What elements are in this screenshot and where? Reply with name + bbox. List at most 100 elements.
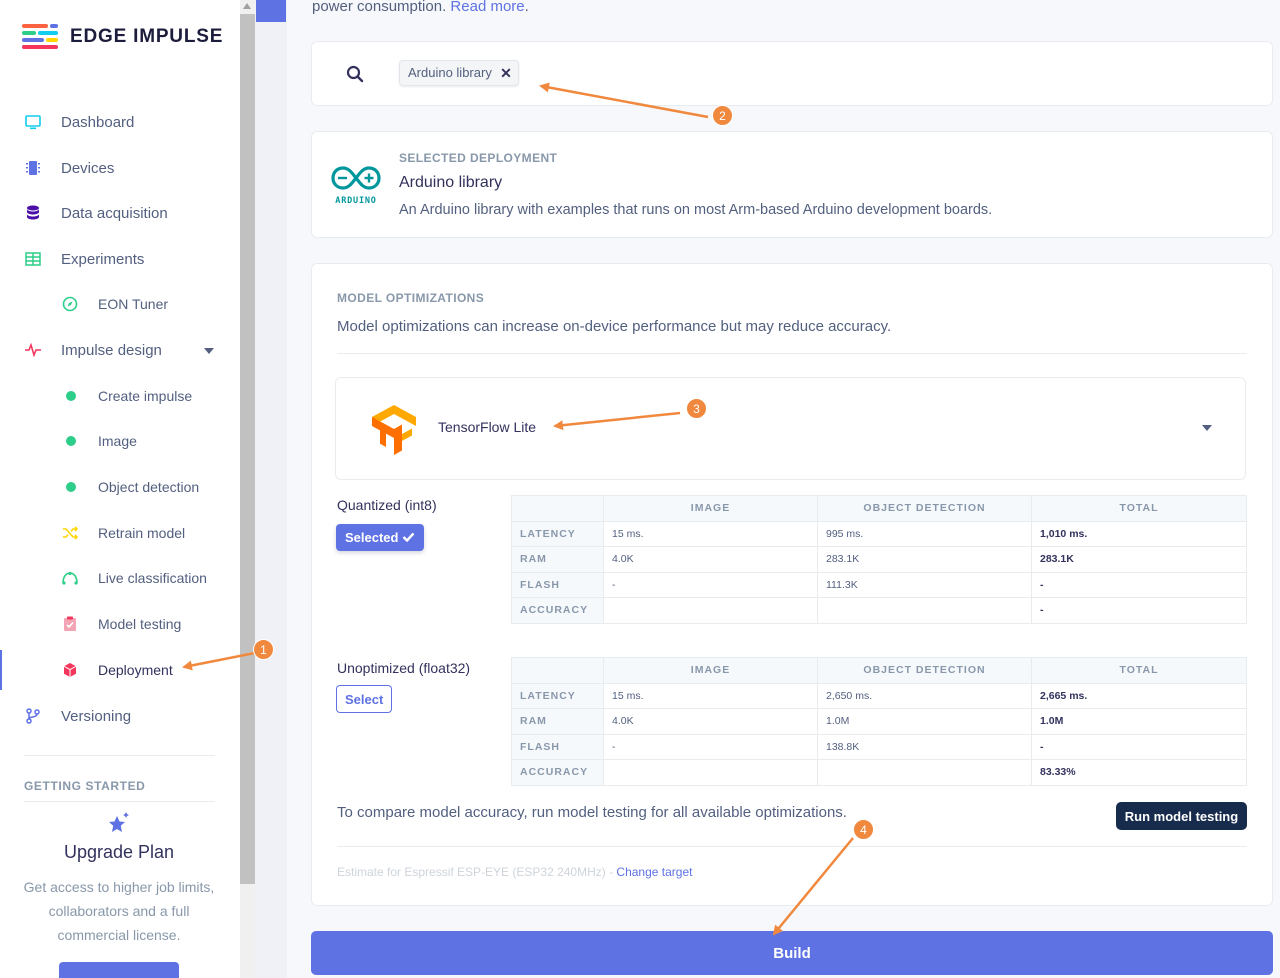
tensorflow-logo-icon	[370, 403, 420, 462]
table-cell-total: 1.0M	[1031, 708, 1247, 735]
sidebar-item-label: Object detection	[98, 479, 200, 495]
table-row: ACCURACY -	[511, 597, 1247, 624]
row-label: ACCURACY	[511, 597, 604, 624]
live-icon	[61, 569, 79, 587]
secondary-nav-active[interactable]	[256, 0, 286, 22]
dot-icon	[62, 432, 80, 450]
monitor-icon	[24, 113, 42, 131]
table-cell-total: 2,665 ms.	[1031, 682, 1247, 709]
sidebar-item-label: Deployment	[98, 662, 173, 678]
sidebar-item-object-detection[interactable]: Object detection	[0, 467, 240, 507]
table-cell: 138.8K	[817, 733, 1032, 760]
annotation-badge: 3	[686, 398, 707, 419]
arduino-infinity-icon	[331, 166, 381, 190]
row-label: RAM	[511, 546, 604, 573]
check-icon	[402, 530, 415, 545]
table-cell-total: -	[1031, 571, 1247, 598]
engine-label: TensorFlow Lite	[438, 419, 537, 435]
secondary-nav-strip	[255, 0, 287, 978]
table-header: IMAGE	[603, 495, 818, 522]
upgrade-plan-text: Get access to higher job limits, collabo…	[23, 879, 215, 943]
intro-text-body: power consumption.	[312, 0, 447, 15]
table-cell: 2,650 ms.	[817, 682, 1032, 709]
divider	[337, 846, 1247, 847]
chevron-down-icon[interactable]	[204, 348, 214, 354]
table-cell: 995 ms.	[817, 520, 1032, 547]
table-cell: -	[603, 571, 818, 598]
search-chip[interactable]: Arduino library ✕	[399, 60, 519, 86]
sidebar-item-eon-tuner[interactable]: EON Tuner	[0, 284, 240, 324]
pulse-icon	[24, 341, 42, 359]
compass-icon	[61, 295, 79, 313]
chip-icon	[24, 159, 42, 177]
sidebar-item-impulse-design[interactable]: Impulse design	[0, 330, 240, 370]
row-label: ACCURACY	[511, 759, 604, 786]
sidebar-item-image[interactable]: Image	[0, 421, 240, 461]
row-label: FLASH	[511, 733, 604, 760]
database-icon	[24, 204, 42, 222]
sidebar-item-create-impulse[interactable]: Create impulse	[0, 376, 240, 416]
selected-deployment-label: SELECTED DEPLOYMENT	[399, 151, 558, 165]
sidebar-item-label: Retrain model	[98, 525, 186, 541]
compare-hint: To compare model accuracy, run model tes…	[337, 804, 847, 821]
git-branch-icon	[24, 707, 42, 725]
model-optimizations-label: MODEL OPTIMIZATIONS	[337, 291, 485, 305]
sidebar-item-label: Create impulse	[98, 388, 193, 404]
sidebar-item-label: Impulse design	[61, 341, 162, 359]
scroll-up-arrow-icon[interactable]	[243, 3, 251, 9]
change-target-link[interactable]: Change target	[616, 865, 692, 879]
run-model-testing-button[interactable]: Run model testing	[1116, 802, 1247, 830]
sidebar-item-label: Versioning	[61, 707, 132, 725]
sidebar-item-label: Devices	[61, 159, 115, 177]
table-cell-total: 83.33%	[1031, 759, 1247, 786]
shuffle-icon	[61, 524, 79, 542]
clipboard-check-icon	[61, 615, 79, 633]
quantized-metrics-table: IMAGE OBJECT DETECTION TOTAL LATENCY 15 …	[511, 495, 1247, 624]
sidebar-item-devices[interactable]: Devices	[0, 148, 240, 188]
dot-icon	[62, 478, 80, 496]
dot-icon	[62, 387, 80, 405]
sidebar-item-experiments[interactable]: Experiments	[0, 239, 240, 279]
upgrade-plan-title: Upgrade Plan	[63, 842, 175, 862]
upgrade-button[interactable]	[59, 962, 179, 978]
sidebar-item-deployment[interactable]: Deployment	[0, 650, 240, 690]
selected-button[interactable]: Selected	[336, 524, 425, 551]
sidebar-item-label: Data acquisition	[61, 204, 168, 222]
estimate-text: Estimate for Espressif ESP-EYE (ESP32 24…	[337, 865, 692, 879]
annotation-badge: 4	[853, 819, 874, 840]
row-label: FLASH	[511, 571, 604, 598]
close-icon[interactable]: ✕	[500, 61, 512, 85]
getting-started-heading: GETTING STARTED	[24, 779, 146, 793]
sidebar-item-versioning[interactable]: Versioning	[0, 696, 240, 736]
logo[interactable]: EDGE IMPULSE	[22, 24, 223, 50]
table-cell-total: -	[1031, 597, 1247, 624]
table-cell-total: 283.1K	[1031, 546, 1247, 573]
sidebar-item-data-acquisition[interactable]: Data acquisition	[0, 193, 240, 233]
select-button[interactable]: Select	[336, 685, 393, 713]
chevron-down-icon[interactable]	[1202, 425, 1212, 431]
sidebar-item-dashboard[interactable]: Dashboard	[0, 102, 240, 142]
unoptimized-metrics-table: IMAGE OBJECT DETECTION TOTAL LATENCY 15 …	[511, 657, 1247, 786]
table-cell-total: 1,010 ms.	[1031, 520, 1247, 547]
divider	[337, 353, 1247, 354]
search-icon[interactable]	[346, 65, 364, 88]
selected-deployment-description: An Arduino library with examples that ru…	[399, 202, 993, 218]
read-more-link[interactable]: Read more	[450, 0, 524, 15]
sidebar-item-retrain-model[interactable]: Retrain model	[0, 513, 240, 553]
sparkle-star-icon	[106, 810, 132, 841]
sidebar-item-model-testing[interactable]: Model testing	[0, 604, 240, 644]
edge-impulse-logo-icon	[22, 24, 58, 50]
sidebar-scrollbar-thumb[interactable]	[240, 14, 255, 884]
build-button[interactable]: Build	[311, 931, 1273, 975]
row-label: LATENCY	[511, 682, 604, 709]
sidebar-item-live-classification[interactable]: Live classification	[0, 558, 240, 598]
table-row: FLASH - 138.8K -	[511, 733, 1247, 760]
table-header	[511, 657, 604, 684]
table-header: TOTAL	[1031, 657, 1247, 684]
annotation-badge: 1	[253, 639, 274, 660]
divider	[24, 755, 215, 756]
unoptimized-title: Unoptimized (float32)	[337, 660, 471, 676]
table-row: LATENCY 15 ms. 2,650 ms. 2,665 ms.	[511, 682, 1247, 709]
estimate-label: Estimate for Espressif ESP-EYE (ESP32 24…	[337, 865, 617, 879]
table-row: LATENCY 15 ms. 995 ms. 1,010 ms.	[511, 520, 1247, 547]
